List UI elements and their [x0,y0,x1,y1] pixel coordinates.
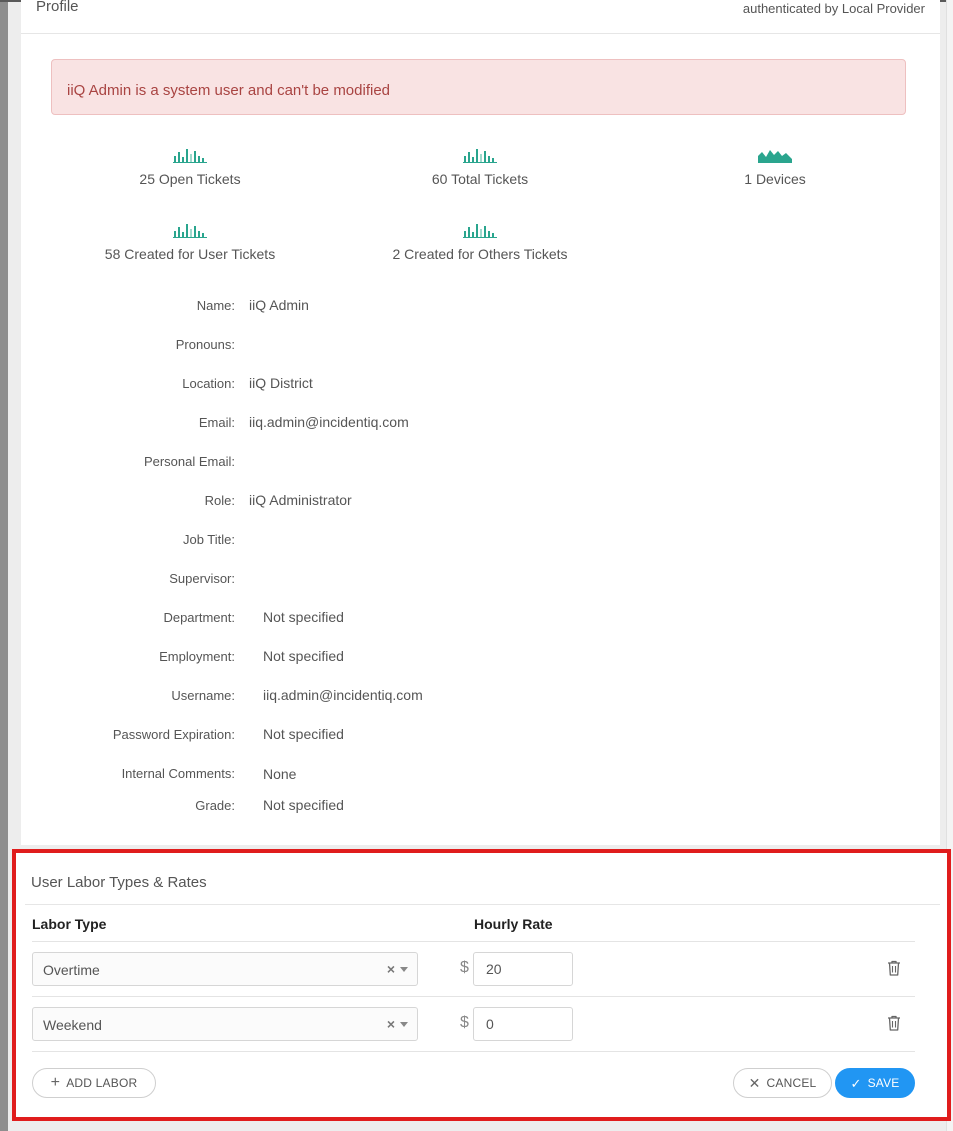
field-value-email: iiq.admin@incidentiq.com [249,414,409,430]
checkmark-icon: ✓ [850,1075,862,1091]
chevron-down-icon[interactable] [400,967,408,972]
chevron-down-icon[interactable] [400,1022,408,1027]
field-label-location: Location: [182,376,235,391]
divider [32,996,915,997]
hourly-rate-input[interactable] [473,952,573,986]
field-value-employment: Not specified [263,648,344,664]
column-header-labor-type: Labor Type [32,916,107,932]
stat-created-for-others[interactable]: 2 Created for Others Tickets [330,222,630,262]
divider [25,904,940,905]
field-label-name: Name: [196,298,235,313]
save-button[interactable]: ✓ SAVE [835,1068,915,1098]
bar-chart-icon [463,149,497,163]
field-value-username: iiq.admin@incidentiq.com [263,687,423,703]
field-value-name: iiQ Admin [249,297,309,313]
field-value-internal-comments: None [263,766,297,782]
field-value-grade: Not specified [263,797,344,813]
field-label-employment: Employment: [159,649,235,664]
stat-created-for-user[interactable]: 58 Created for User Tickets [40,222,340,262]
cancel-label: CANCEL [766,1076,817,1090]
stat-devices[interactable]: 1 Devices [625,147,925,187]
stat-label: 25 Open Tickets [139,171,241,187]
stat-open-tickets[interactable]: 25 Open Tickets [40,147,340,187]
field-value-role: iiQ Administrator [249,492,352,508]
auth-provider-text: authenticated by Local Provider [742,1,925,16]
labor-type-select[interactable]: Overtime × [32,952,418,986]
field-value-password-expiration: Not specified [263,726,344,742]
trash-icon[interactable] [887,960,901,976]
clear-icon[interactable]: × [387,1016,395,1032]
field-label-password-expiration: Password Expiration: [112,727,235,742]
divider [32,941,915,942]
stat-total-tickets[interactable]: 60 Total Tickets [330,147,630,187]
labor-type-select[interactable]: Weekend × [32,1007,418,1041]
field-label-role: Role: [204,493,235,508]
profile-panel: Profile authenticated by Local Provider … [21,0,940,845]
field-label-supervisor: Supervisor: [169,571,235,586]
field-label-department: Department: [163,610,235,625]
labor-type-value: Weekend [43,1017,102,1033]
hourly-rate-input[interactable] [473,1007,573,1041]
profile-header: Profile authenticated by Local Provider [21,0,940,34]
field-label-email: Email: [198,415,235,430]
labor-section: User Labor Types & Rates Labor Type Hour… [25,853,940,1117]
clear-icon[interactable]: × [387,961,395,977]
currency-symbol: $ [460,959,469,976]
field-label-internal-comments: Internal Comments: [121,766,235,781]
bar-chart-icon [463,224,497,238]
add-labor-label: ADD LABOR [66,1076,138,1090]
area-chart-icon [758,150,792,163]
field-label-job-title: Job Title: [182,532,235,547]
labor-section-title: User Labor Types & Rates [31,874,207,891]
currency-symbol: $ [460,1014,469,1031]
bar-chart-icon [173,149,207,163]
add-labor-button[interactable]: + ADD LABOR [32,1068,156,1098]
field-label-grade: Grade: [195,798,235,813]
field-label-pronouns: Pronouns: [175,337,235,352]
alert-text: iiQ Admin is a system user and can't be … [67,82,391,99]
stat-label: 60 Total Tickets [431,171,529,187]
left-edge [0,0,8,1131]
field-value-location: iiQ District [249,375,313,391]
field-label-username: Username: [171,688,235,703]
field-label-personal-email: Personal Email: [143,454,235,469]
save-label: SAVE [867,1076,900,1090]
stat-label: 1 Devices [744,171,806,187]
close-icon: ✕ [748,1075,761,1091]
bar-chart-icon [173,224,207,238]
labor-type-value: Overtime [43,962,100,978]
cancel-button[interactable]: ✕ CANCEL [733,1068,832,1098]
plus-icon: + [50,1074,61,1091]
column-header-hourly-rate: Hourly Rate [474,916,553,932]
stat-label: 58 Created for User Tickets [104,246,276,262]
trash-icon[interactable] [887,1015,901,1031]
field-value-department: Not specified [263,609,344,625]
system-user-alert: iiQ Admin is a system user and can't be … [51,59,906,115]
profile-title: Profile [36,0,79,15]
divider [32,1051,915,1052]
labor-section-highlight: User Labor Types & Rates Labor Type Hour… [12,849,951,1121]
stat-label: 2 Created for Others Tickets [392,246,568,262]
